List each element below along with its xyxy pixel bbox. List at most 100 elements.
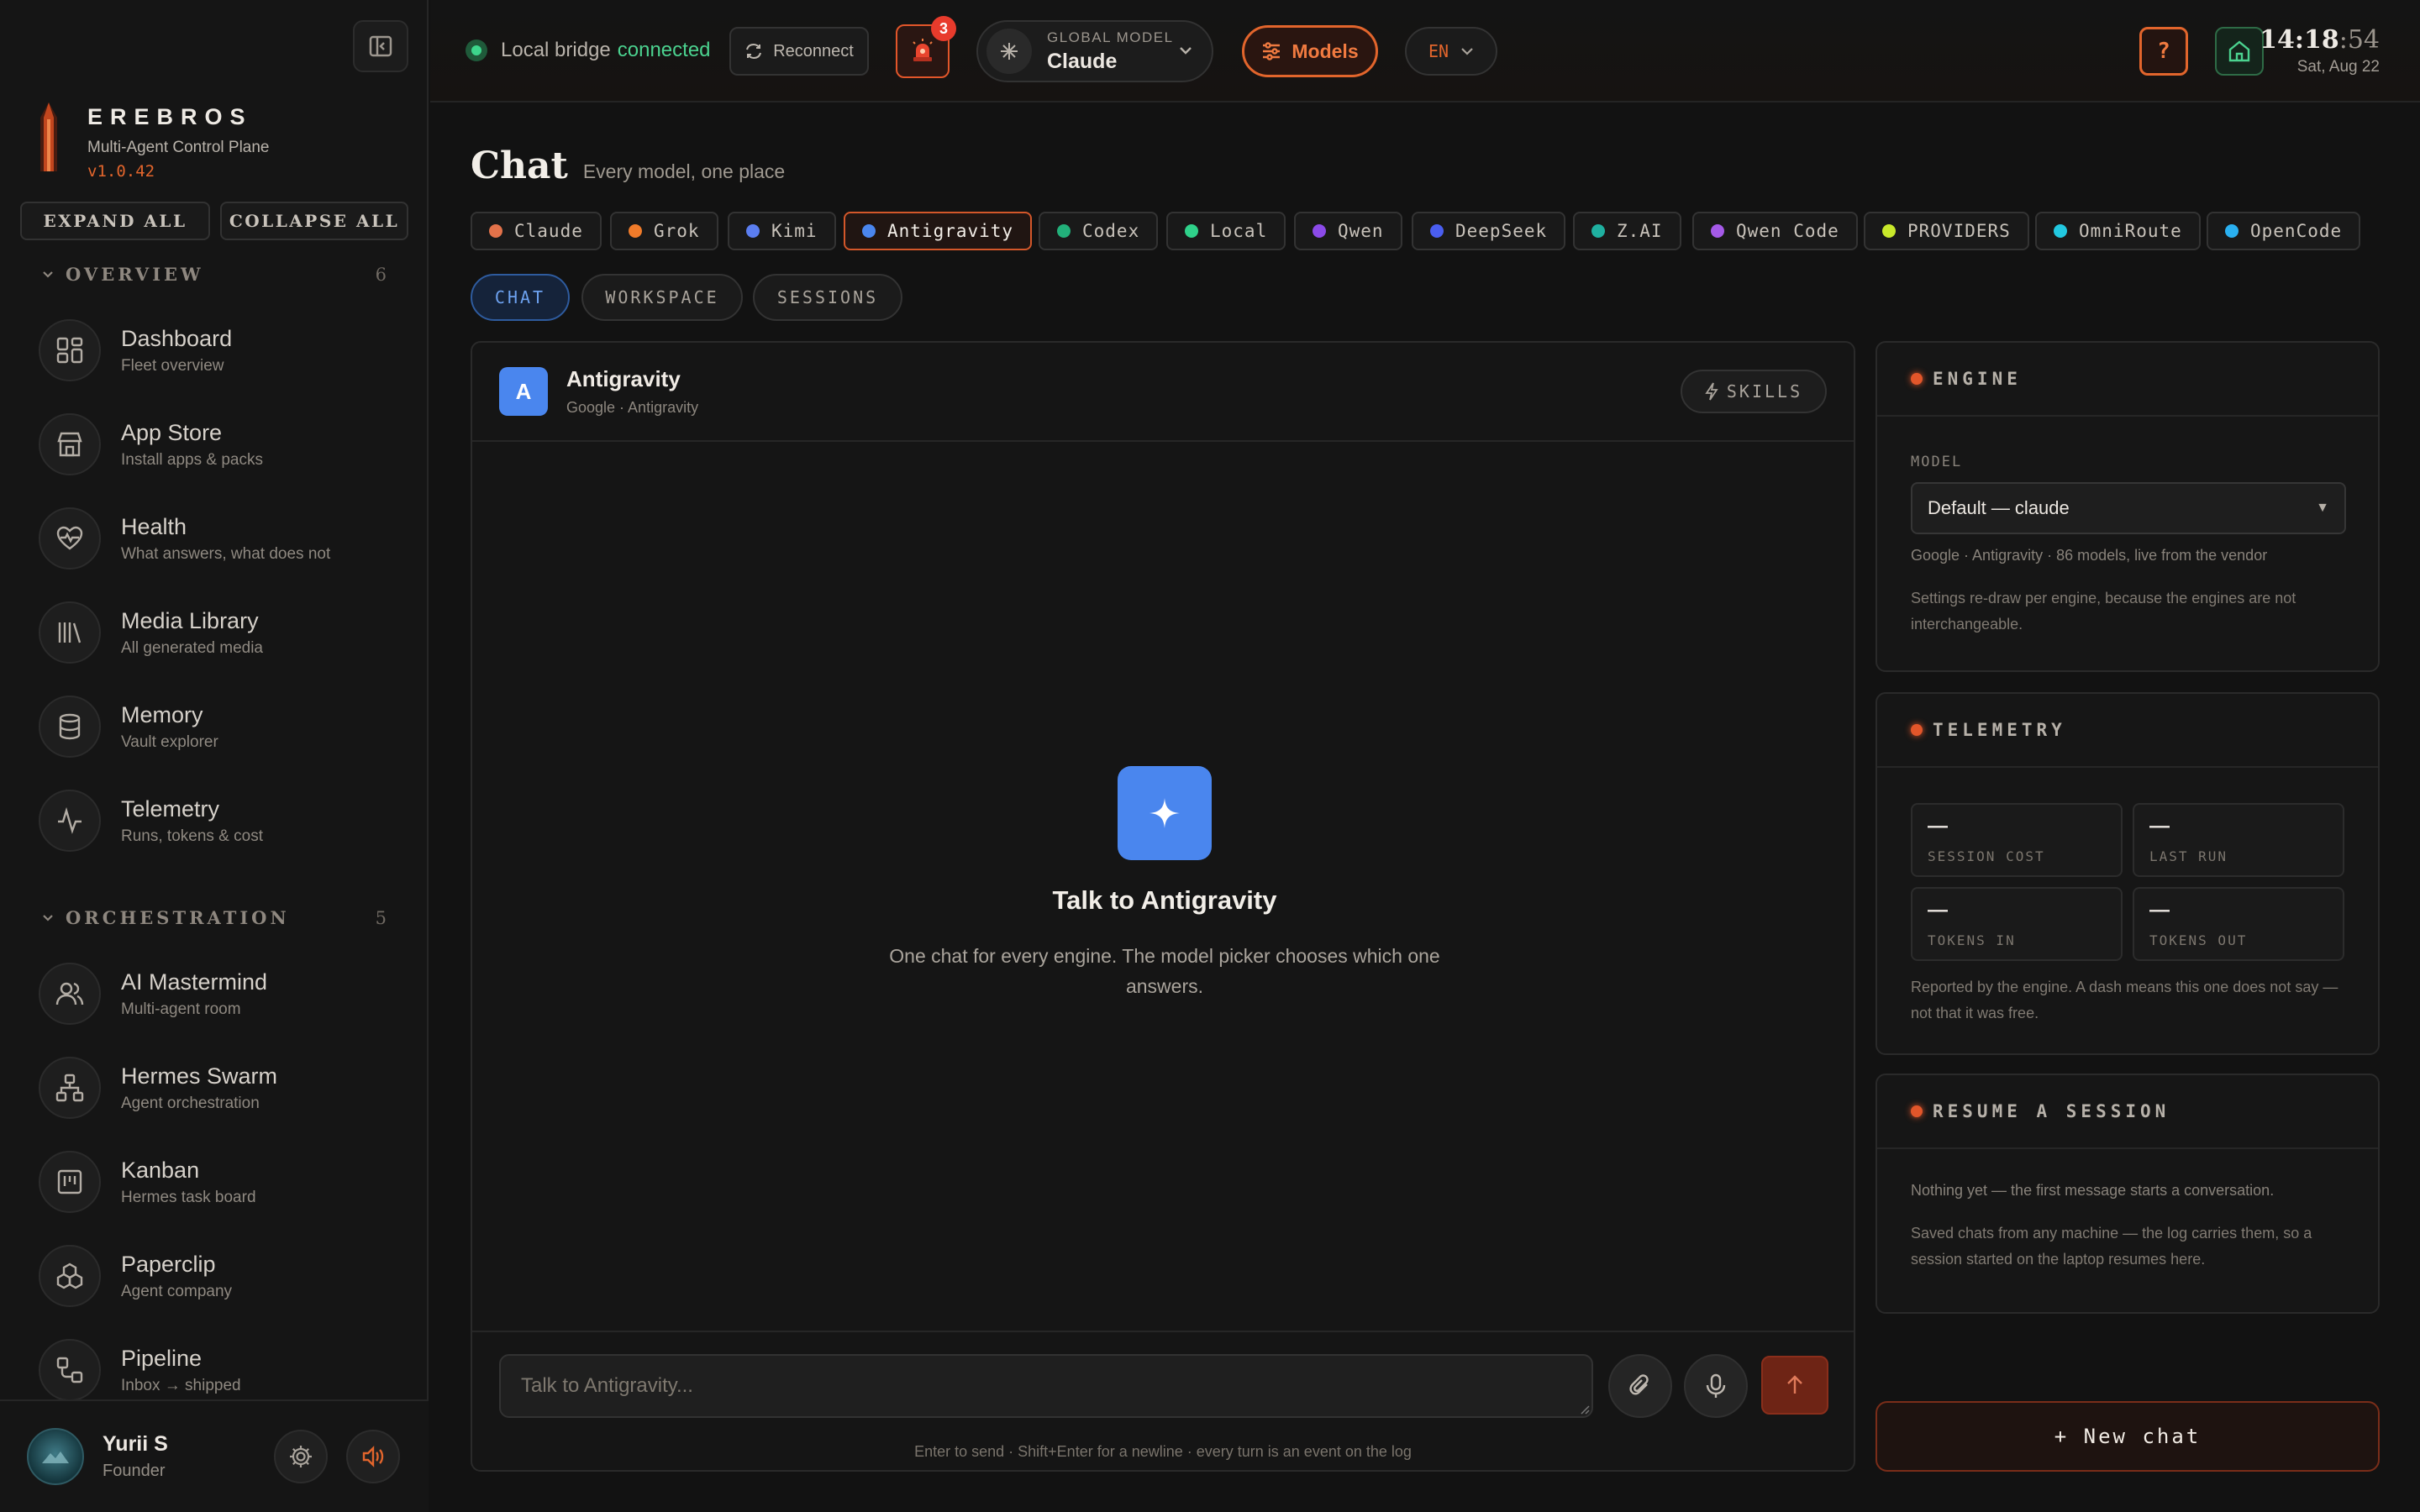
avatar[interactable] — [27, 1428, 84, 1485]
chevron-down-icon — [1460, 47, 1474, 55]
telemetry-note: Reported by the engine. A dash means thi… — [1911, 979, 2338, 1021]
settings-button[interactable] — [274, 1430, 328, 1483]
engine-tab-codex[interactable]: Codex — [1039, 212, 1159, 250]
metric-tokens-in: — TOKENS IN — [1911, 887, 2123, 961]
metric-session-cost: — SESSION COST — [1911, 803, 2123, 877]
nav-item-media-library[interactable]: Media Library All generated media — [39, 601, 263, 664]
collapse-all-button[interactable]: COLLAPSE ALL — [220, 202, 408, 240]
nav-item-kanban[interactable]: Kanban Hermes task board — [39, 1151, 256, 1213]
nav-item-app-store[interactable]: App Store Install apps & packs — [39, 413, 263, 475]
engine-tab-label: PROVIDERS — [1907, 221, 2011, 241]
nav-item-telemetry[interactable]: Telemetry Runs, tokens & cost — [39, 790, 263, 852]
status-dot-icon — [1911, 373, 1923, 385]
engine-name: Antigravity — [566, 366, 681, 391]
engine-tab-opencode[interactable]: OpenCode — [2207, 212, 2361, 250]
volume-icon — [360, 1444, 386, 1469]
nav-subtitle: Fleet overview — [121, 356, 224, 375]
tab-workspace[interactable]: WORKSPACE — [581, 274, 743, 321]
model-select[interactable]: Default — claude ▼ — [1911, 482, 2346, 534]
nav-item-health[interactable]: Health What answers, what does not — [39, 507, 330, 570]
card-header: RESUME A SESSION — [1877, 1075, 2378, 1149]
section-overview[interactable]: OVERVIEW 6 — [42, 264, 387, 285]
section-orchestration[interactable]: ORCHESTRATION 5 — [42, 907, 387, 928]
sliders-icon — [1261, 42, 1281, 60]
metric-last-run: — LAST RUN — [2133, 803, 2344, 877]
reconnect-button[interactable]: Reconnect — [729, 27, 869, 76]
asterisk-icon — [999, 41, 1019, 61]
sound-button[interactable] — [346, 1430, 400, 1483]
engine-tab-local[interactable]: Local — [1166, 212, 1286, 250]
nav-item-dashboard[interactable]: Dashboard Fleet overview — [39, 319, 232, 381]
engine-tab-label: Claude — [514, 221, 583, 241]
clock-date: Sat, Aug 22 — [2296, 58, 2380, 76]
card-header: TELEMETRY — [1877, 694, 2378, 768]
nav-item-hermes-swarm[interactable]: Hermes Swarm Agent orchestration — [39, 1057, 277, 1119]
chevron-down-icon — [1178, 45, 1193, 55]
section-count: 5 — [375, 907, 387, 928]
microphone-button[interactable] — [1684, 1354, 1748, 1418]
user-bar: Yurii S Founder — [0, 1399, 429, 1512]
metric-value: — — [1928, 815, 1948, 837]
attach-button[interactable] — [1608, 1354, 1672, 1418]
engine-tab-label: DeepSeek — [1455, 221, 1548, 241]
engine-tab-grok[interactable]: Grok — [610, 212, 718, 250]
skills-button[interactable]: SKILLS — [1681, 370, 1827, 413]
nav-title: Media Library — [121, 607, 259, 633]
chat-input[interactable] — [499, 1354, 1593, 1418]
tab-chat[interactable]: CHAT — [471, 274, 570, 321]
alerts-button[interactable]: 3 — [896, 16, 956, 78]
home-button[interactable] — [2215, 27, 2264, 76]
section-count: 6 — [375, 264, 387, 285]
engine-tab-qwen[interactable]: Qwen — [1294, 212, 1402, 250]
send-button[interactable] — [1761, 1356, 1828, 1415]
user-role: Founder — [103, 1462, 166, 1480]
telemetry-card: TELEMETRY — SESSION COST — LAST RUN — TOKEN… — [1876, 692, 2380, 1055]
new-chat-button[interactable]: + New chat — [1876, 1401, 2380, 1472]
engine-tab-zai[interactable]: Z.AI — [1573, 212, 1681, 250]
status-dot-icon — [466, 39, 487, 61]
global-model-value: Claude — [1047, 49, 1118, 73]
composer-hint: Enter to send · Shift+Enter for a newlin… — [914, 1443, 1412, 1460]
clock: 14:18:54 Sat, Aug 22 — [2260, 25, 2380, 76]
nav-title: App Store — [121, 419, 223, 445]
nav-subtitle: Agent company — [121, 1282, 233, 1300]
card-title: TELEMETRY — [1933, 720, 2066, 740]
engine-tab-omniroute[interactable]: OmniRoute — [2035, 212, 2201, 250]
nav-title: Hermes Swarm — [121, 1063, 278, 1089]
store-icon — [55, 430, 84, 459]
engine-tab-label: Z.AI — [1617, 221, 1663, 241]
engine-dot-icon — [1882, 224, 1896, 238]
metric-tokens-out: — TOKENS OUT — [2133, 887, 2344, 961]
engine-tab-qwen-code[interactable]: Qwen Code — [1692, 212, 1858, 250]
expand-all-button[interactable]: EXPAND ALL — [20, 202, 210, 240]
nav-item-memory[interactable]: Memory Vault explorer — [39, 696, 218, 758]
chevron-down-icon — [42, 270, 54, 279]
engine-tab-providers[interactable]: PROVIDERS — [1864, 212, 2029, 250]
engine-tab-kimi[interactable]: Kimi — [728, 212, 836, 250]
collapse-sidebar-button[interactable] — [353, 20, 408, 72]
help-button[interactable]: ? — [2139, 27, 2188, 76]
nav-title: Health — [121, 513, 187, 539]
refresh-icon — [744, 42, 763, 60]
engine-tab-deepseek[interactable]: DeepSeek — [1412, 212, 1566, 250]
nav-subtitle: Multi-agent room — [121, 1000, 241, 1018]
model-note: Google · Antigravity · 86 models, live f… — [1911, 547, 2268, 564]
nav-item-ai-mastermind[interactable]: AI Mastermind Multi-agent room — [39, 963, 267, 1025]
boxes-icon — [55, 1262, 84, 1290]
resize-handle-icon[interactable] — [1580, 1404, 1590, 1415]
brand-name: EREBROS — [87, 104, 253, 129]
nav-subtitle: Inbox → shipped — [121, 1376, 241, 1394]
language-selector[interactable]: EN — [1405, 27, 1497, 76]
engine-tab-claude[interactable]: Claude — [471, 212, 602, 250]
nav-item-pipeline[interactable]: Pipeline Inbox → shipped — [39, 1339, 241, 1401]
brand-subtitle: Multi-Agent Control Plane — [87, 139, 270, 156]
global-model-selector[interactable]: GLOBAL MODEL Claude — [976, 20, 1213, 82]
nav-item-paperclip[interactable]: Paperclip Agent company — [39, 1245, 232, 1307]
workflow-icon — [55, 1356, 84, 1384]
engine-tab-antigravity[interactable]: Antigravity — [844, 212, 1033, 250]
nav-title: Dashboard — [121, 325, 233, 351]
models-button[interactable]: Models — [1242, 25, 1378, 77]
tab-sessions[interactable]: SESSIONS — [753, 274, 902, 321]
heart-pulse-icon — [55, 524, 84, 553]
nav-title: AI Mastermind — [121, 969, 268, 995]
